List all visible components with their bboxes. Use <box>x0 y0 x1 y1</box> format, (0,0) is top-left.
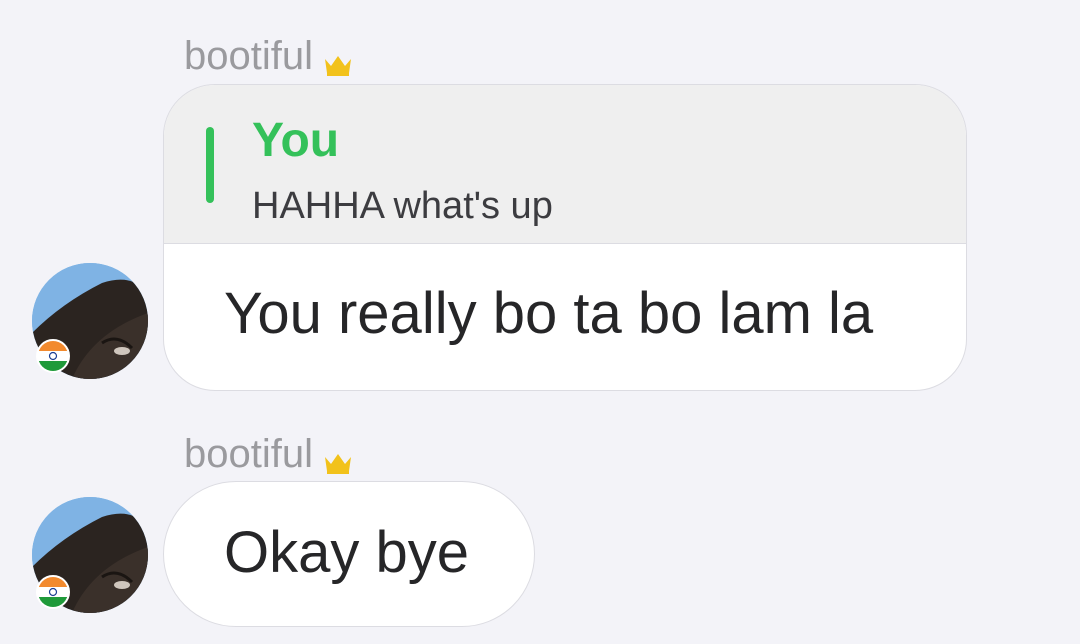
message-text: Okay bye <box>224 520 469 585</box>
message-bubble[interactable]: Okay bye <box>163 481 535 627</box>
quote-author: You <box>252 114 340 167</box>
country-flag-icon <box>36 339 70 373</box>
quote-text: HAHHA what's up <box>252 185 553 227</box>
message-text: You really bo ta bo lam la <box>224 281 874 346</box>
crown-icon <box>323 44 353 76</box>
sender-header: bootiful <box>184 434 353 474</box>
sender-header: bootiful <box>184 36 353 76</box>
quoted-reply[interactable]: You HAHHA what's up <box>164 85 966 244</box>
message-bubble[interactable]: You HAHHA what's up You really bo ta bo … <box>163 84 967 391</box>
sender-name[interactable]: bootiful <box>184 36 313 76</box>
sender-name[interactable]: bootiful <box>184 434 313 474</box>
quote-accent-bar <box>206 127 214 203</box>
crown-icon <box>323 442 353 474</box>
country-flag-icon <box>36 575 70 609</box>
